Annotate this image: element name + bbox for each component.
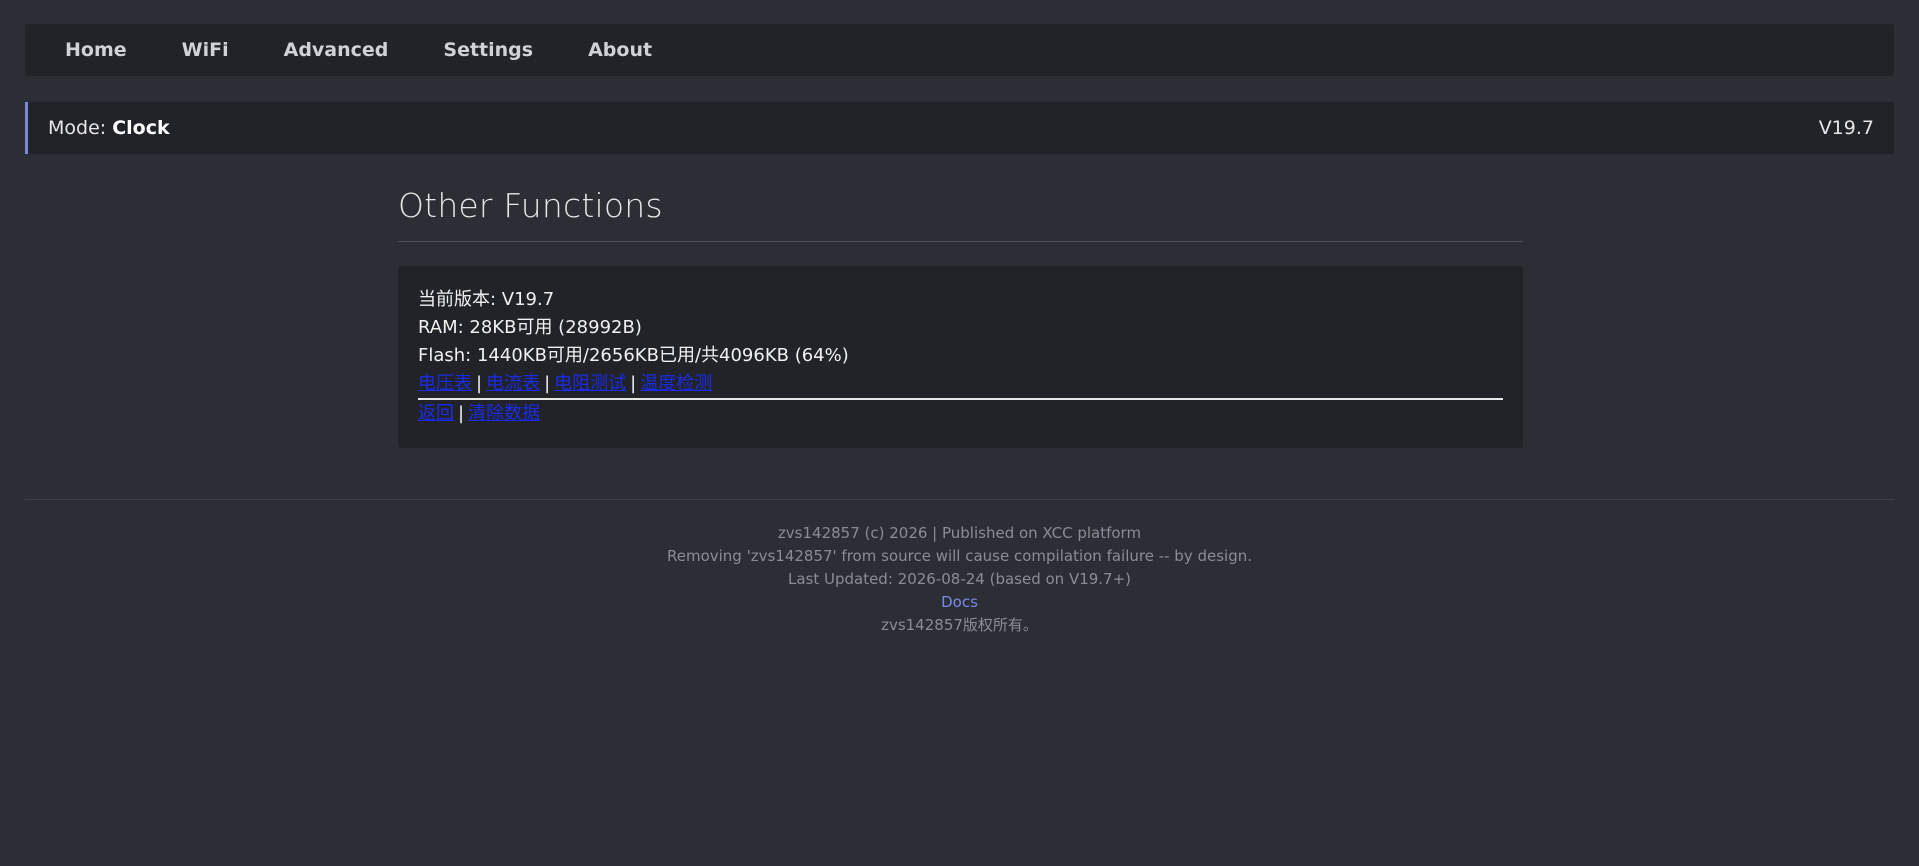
mode-indicator: Mode: Clock <box>48 117 170 139</box>
footer: zvs142857 (c) 2026 | Published on XCC pl… <box>0 522 1919 637</box>
mode-value: Clock <box>112 117 170 139</box>
mode-status-bar: Mode: Clock V19.7 <box>25 102 1894 154</box>
docs-link[interactable]: Docs <box>941 593 978 611</box>
separator: | <box>544 373 551 394</box>
footer-rights: zvs142857版权所有。 <box>881 616 1038 634</box>
tools-links-row: 电压表 | 电流表 | 电阻测试 | 温度检测 <box>418 370 1503 398</box>
separator: | <box>630 373 637 394</box>
separator: | <box>458 403 465 424</box>
footer-last-updated: Last Updated: 2026-08-24 (based on V19.7… <box>787 570 1132 588</box>
ram-line: RAM: 28KB可用 (28992B) <box>418 317 642 338</box>
flash-line: Flash: 1440KB可用/2656KB已用/共4096KB (64%) <box>418 345 849 366</box>
nav-settings[interactable]: Settings <box>443 39 533 61</box>
clear-data-link[interactable]: 清除数据 <box>468 403 540 424</box>
ammeter-link[interactable]: 电流表 <box>486 373 540 394</box>
temperature-check-link[interactable]: 温度检测 <box>640 373 712 394</box>
footer-notice: Removing 'zvs142857' from source will ca… <box>666 547 1253 565</box>
footer-divider <box>25 499 1894 500</box>
current-version-line: 当前版本: V19.7 <box>418 289 555 310</box>
actions-links-row: 返回 | 清除数据 <box>418 400 1503 428</box>
voltmeter-link[interactable]: 电压表 <box>418 373 472 394</box>
top-navbar: Home WiFi Advanced Settings About <box>25 24 1894 76</box>
back-link[interactable]: 返回 <box>418 403 454 424</box>
separator: | <box>476 373 483 394</box>
nav-home[interactable]: Home <box>65 39 127 61</box>
info-panel: 当前版本: V19.7 RAM: 28KB可用 (28992B) Flash: … <box>398 266 1523 448</box>
nav-advanced[interactable]: Advanced <box>284 39 389 61</box>
nav-wifi[interactable]: WiFi <box>182 39 229 61</box>
nav-about[interactable]: About <box>588 39 652 61</box>
footer-copyright: zvs142857 (c) 2026 | Published on XCC pl… <box>777 524 1142 542</box>
page-title: Other Functions <box>398 180 1523 242</box>
resistance-test-link[interactable]: 电阻测试 <box>554 373 626 394</box>
main-content: Other Functions 当前版本: V19.7 RAM: 28KB可用 … <box>398 180 1523 448</box>
mode-prefix: Mode: <box>48 117 113 139</box>
version-label: V19.7 <box>1818 117 1874 139</box>
